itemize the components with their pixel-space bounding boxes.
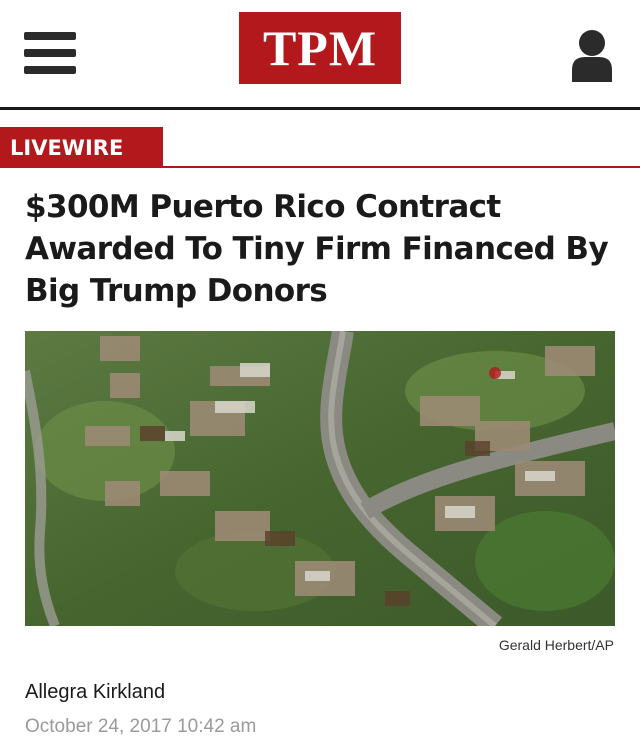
photo-credit: Gerald Herbert/AP	[498, 637, 614, 653]
menu-bar	[24, 32, 76, 40]
article-headline: $300M Puerto Rico Contract Awarded To Ti…	[25, 189, 609, 309]
menu-bar	[24, 66, 76, 74]
section-tag-livewire[interactable]: LIVEWIRE	[0, 127, 163, 168]
article-page: TPM LIVEWIRE $300M Puerto Rico Contract …	[0, 0, 640, 745]
section-divider	[163, 166, 640, 168]
menu-bar	[24, 49, 76, 57]
publish-date: October 24, 2017 10:42 am	[25, 716, 257, 737]
hamburger-menu-icon[interactable]	[24, 30, 76, 76]
user-account-icon[interactable]	[568, 28, 616, 82]
author-name[interactable]: Allegra Kirkland	[25, 681, 165, 704]
site-header: TPM	[0, 0, 640, 108]
tpm-logo[interactable]: TPM	[239, 12, 401, 84]
header-divider	[0, 107, 640, 110]
article-photo	[25, 331, 615, 626]
